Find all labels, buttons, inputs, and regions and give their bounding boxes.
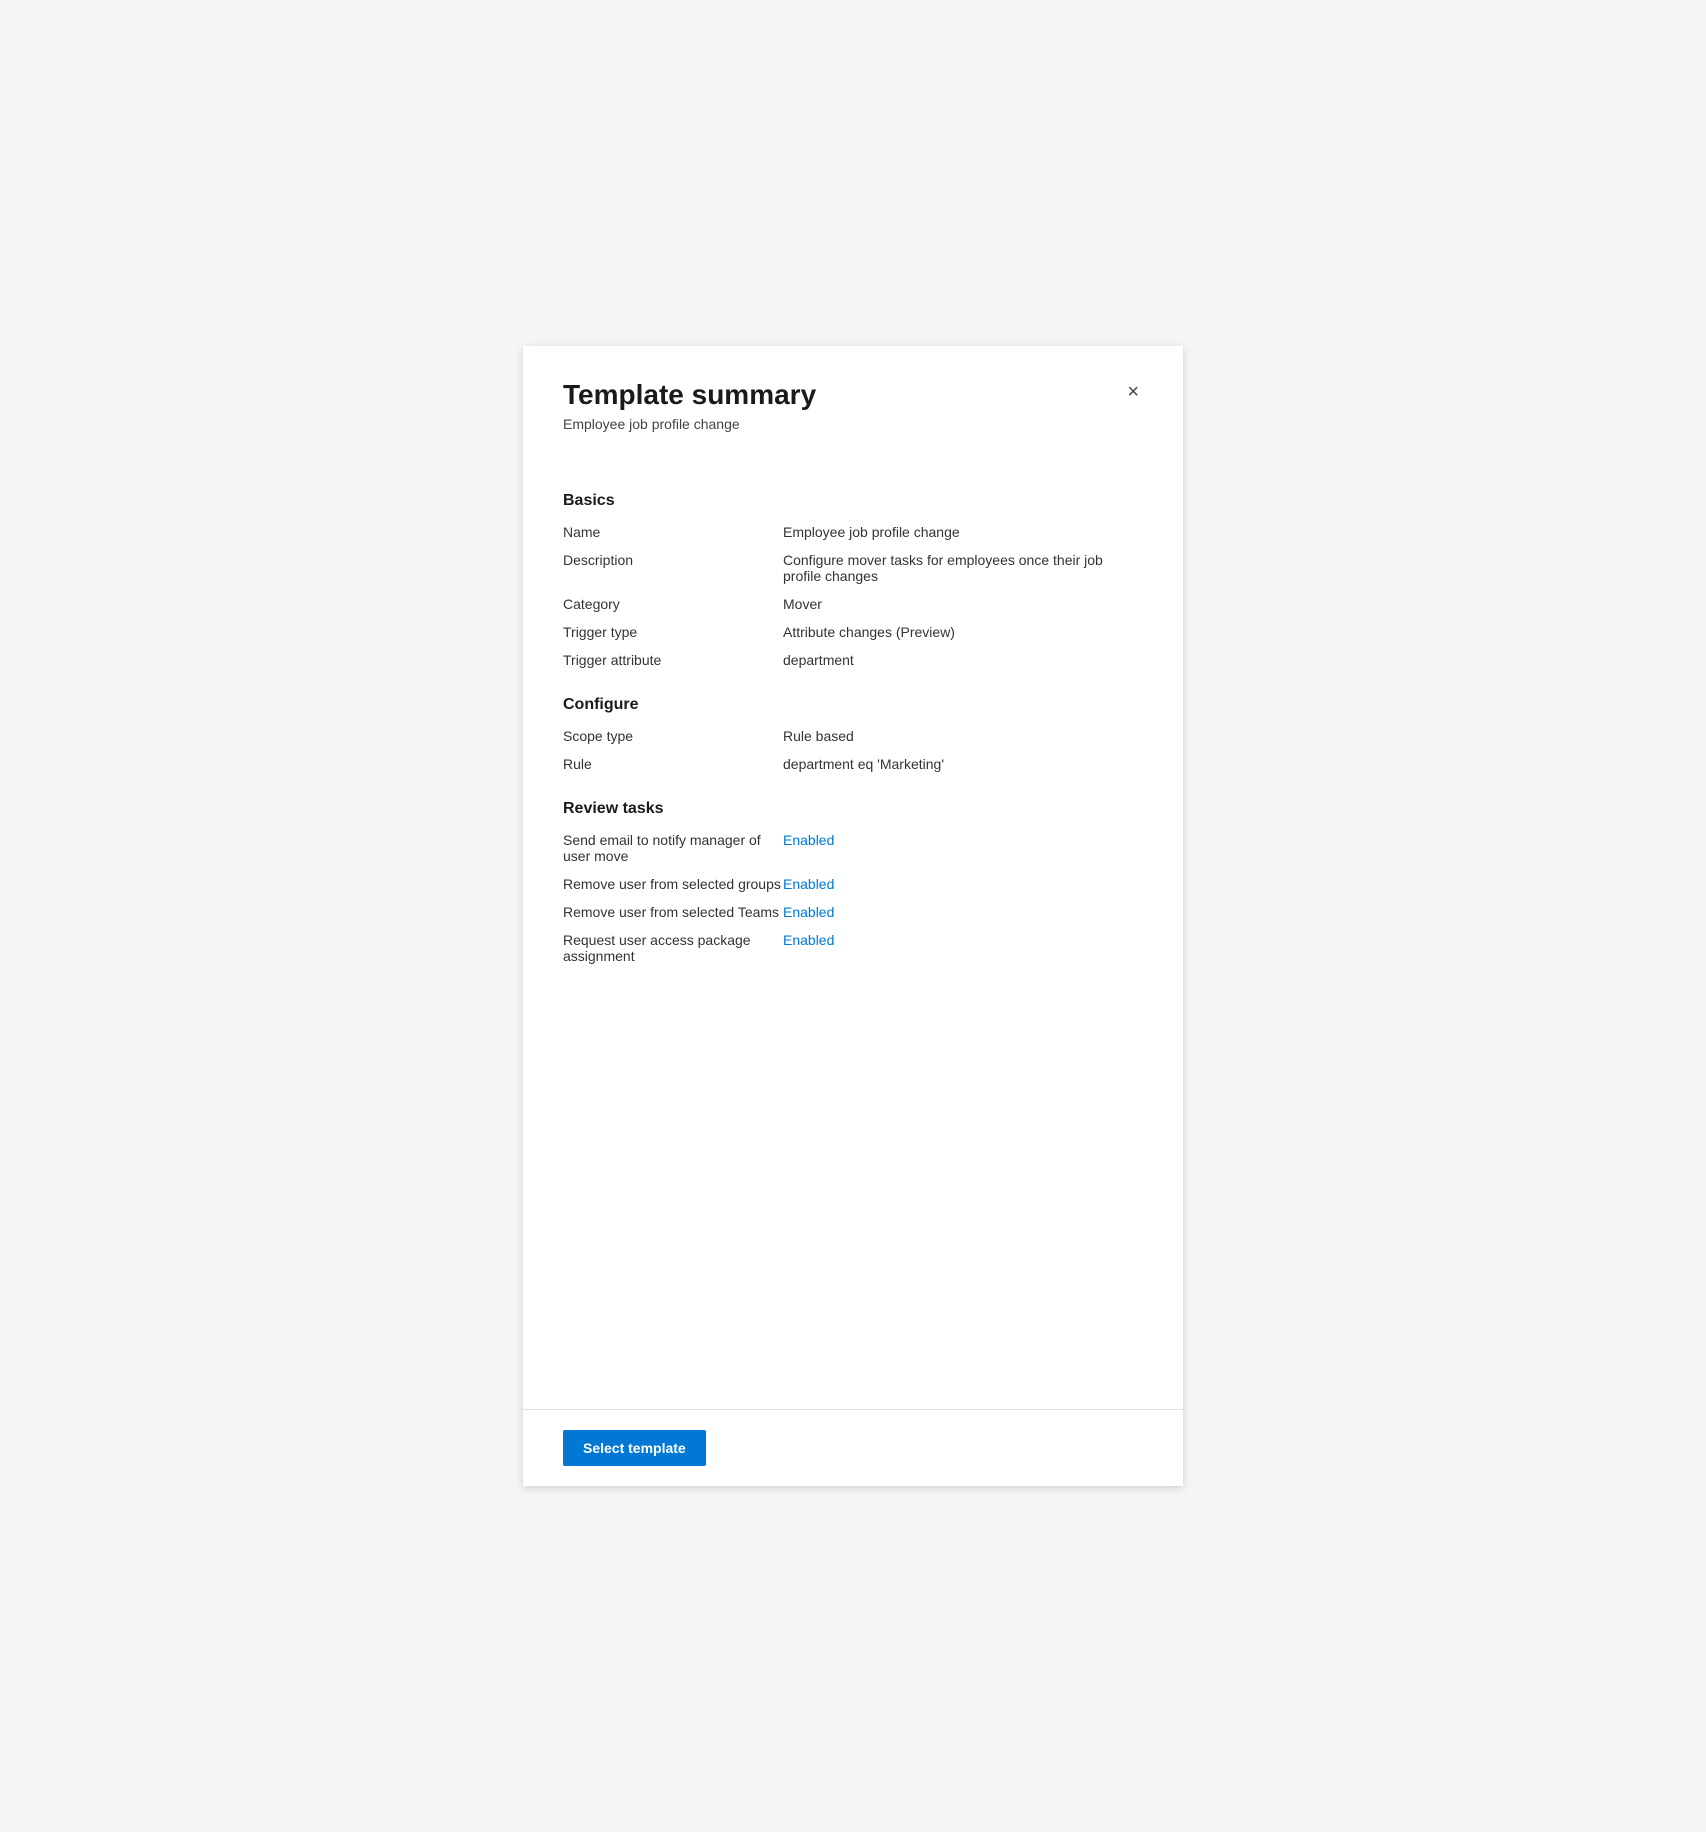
- field-trigger-attribute-value: department: [783, 652, 1143, 668]
- field-trigger-type: Trigger type Attribute changes (Preview): [563, 624, 1143, 640]
- panel-title: Template summary: [563, 378, 816, 412]
- field-send-email: Send email to notify manager of user mov…: [563, 832, 1143, 864]
- field-rule: Rule department eq 'Marketing': [563, 756, 1143, 772]
- field-remove-teams-label: Remove user from selected Teams: [563, 904, 783, 920]
- field-category-value: Mover: [783, 596, 1143, 612]
- select-template-button[interactable]: Select template: [563, 1430, 706, 1466]
- field-access-package: Request user access package assignment E…: [563, 932, 1143, 964]
- field-description: Description Configure mover tasks for em…: [563, 552, 1143, 584]
- field-scope-type-label: Scope type: [563, 728, 783, 744]
- field-access-package-value: Enabled: [783, 932, 1143, 948]
- panel-content: Basics Name Employee job profile change …: [563, 464, 1143, 1386]
- field-remove-teams-value: Enabled: [783, 904, 1143, 920]
- field-remove-groups-value: Enabled: [783, 876, 1143, 892]
- review-tasks-section-heading: Review tasks: [563, 800, 1143, 818]
- field-category-label: Category: [563, 596, 783, 612]
- field-name: Name Employee job profile change: [563, 524, 1143, 540]
- panel-footer: Select template: [523, 1409, 1183, 1486]
- field-description-value: Configure mover tasks for employees once…: [783, 552, 1143, 584]
- panel-header: Template summary Employee job profile ch…: [563, 378, 1143, 432]
- field-access-package-label: Request user access package assignment: [563, 932, 783, 964]
- field-trigger-attribute: Trigger attribute department: [563, 652, 1143, 668]
- field-remove-teams: Remove user from selected Teams Enabled: [563, 904, 1143, 920]
- field-description-label: Description: [563, 552, 783, 568]
- field-name-label: Name: [563, 524, 783, 540]
- panel-subtitle: Employee job profile change: [563, 416, 816, 432]
- field-scope-type-value: Rule based: [783, 728, 1143, 744]
- field-send-email-value: Enabled: [783, 832, 1143, 848]
- field-trigger-type-label: Trigger type: [563, 624, 783, 640]
- field-remove-groups-label: Remove user from selected groups: [563, 876, 783, 892]
- basics-section-heading: Basics: [563, 492, 1143, 510]
- close-icon: ×: [1127, 381, 1139, 403]
- field-trigger-attribute-label: Trigger attribute: [563, 652, 783, 668]
- field-rule-label: Rule: [563, 756, 783, 772]
- close-button[interactable]: ×: [1123, 378, 1143, 406]
- field-rule-value: department eq 'Marketing': [783, 756, 1143, 772]
- field-trigger-type-value: Attribute changes (Preview): [783, 624, 1143, 640]
- configure-section-heading: Configure: [563, 696, 1143, 714]
- field-name-value: Employee job profile change: [783, 524, 1143, 540]
- field-category: Category Mover: [563, 596, 1143, 612]
- template-summary-panel: Template summary Employee job profile ch…: [523, 346, 1183, 1486]
- header-text: Template summary Employee job profile ch…: [563, 378, 816, 432]
- field-remove-groups: Remove user from selected groups Enabled: [563, 876, 1143, 892]
- field-scope-type: Scope type Rule based: [563, 728, 1143, 744]
- field-send-email-label: Send email to notify manager of user mov…: [563, 832, 783, 864]
